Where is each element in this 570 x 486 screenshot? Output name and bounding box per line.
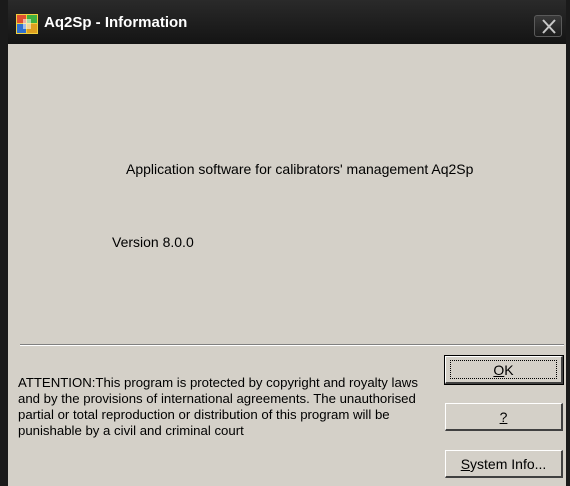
about-dialog: Aq2Sp - Information Application software… <box>0 0 570 486</box>
app-icon <box>16 14 38 34</box>
ok-label: K <box>504 361 514 378</box>
close-icon <box>542 19 556 34</box>
window-title: Aq2Sp - Information <box>44 14 188 31</box>
system-info-label: ystem Info... <box>470 455 547 472</box>
system-info-button[interactable]: System Info... <box>445 450 563 478</box>
ok-mnemonic: O <box>493 361 505 378</box>
system-info-mnemonic: S <box>460 455 471 472</box>
close-button[interactable] <box>534 15 562 37</box>
help-label: ? <box>499 408 508 425</box>
title-bar[interactable]: Aq2Sp - Information <box>8 0 566 44</box>
copyright-notice: ATTENTION:This program is protected by c… <box>18 375 418 438</box>
version-label: Version 8.0.0 <box>112 234 194 250</box>
help-button[interactable]: ? <box>445 403 563 431</box>
app-description: Application software for calibrators' ma… <box>126 161 474 177</box>
divider <box>20 344 564 346</box>
ok-button[interactable]: OK <box>444 355 564 385</box>
